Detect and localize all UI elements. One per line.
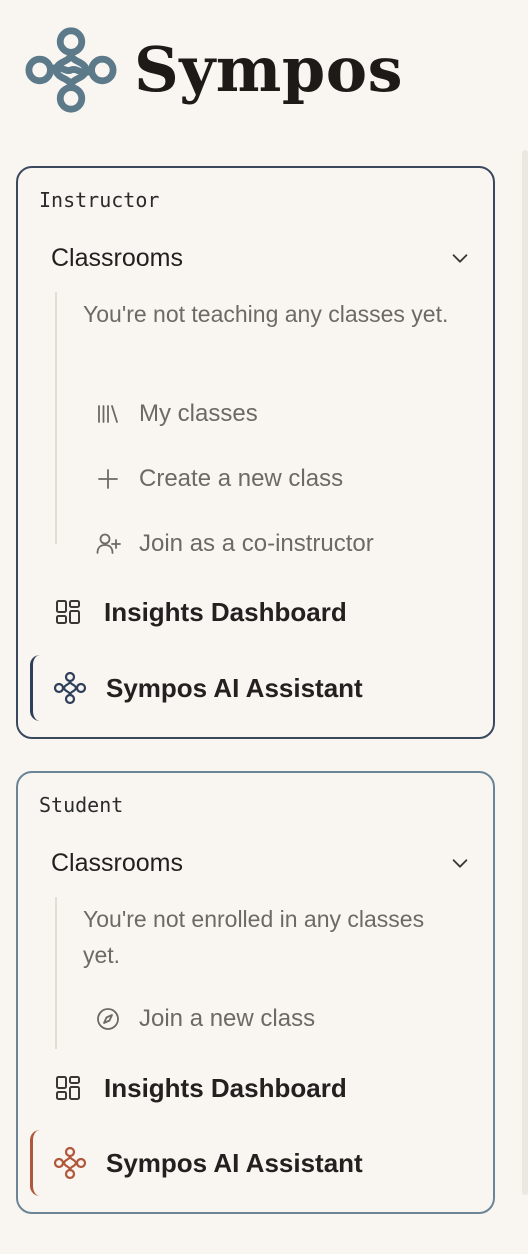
- app-name: Sympos: [134, 33, 404, 106]
- join-class-label: Join a new class: [139, 1005, 316, 1032]
- create-class-link[interactable]: Create a new class: [95, 457, 343, 501]
- join-coinstructor-label: Join as a co-instructor: [139, 530, 374, 557]
- plus-icon: [98, 469, 118, 489]
- compass-icon: [97, 1008, 119, 1030]
- active-indicator: [30, 655, 40, 721]
- user-plus-icon: [96, 533, 121, 554]
- instructor-classrooms-list: You're not teaching any classes yet. My …: [55, 292, 477, 557]
- scrollbar[interactable]: [522, 150, 528, 1195]
- classrooms-title: Classrooms: [51, 243, 183, 272]
- instructor-panel: Instructor Classrooms You're not teachin…: [16, 166, 495, 739]
- join-class-link[interactable]: Join a new class: [95, 997, 315, 1041]
- my-classes-label: My classes: [139, 400, 258, 427]
- create-class-label: Create a new class: [139, 465, 344, 492]
- my-classes-link[interactable]: My classes: [95, 392, 258, 436]
- instructor-role-label: Instructor: [39, 188, 160, 212]
- join-coinstructor-link[interactable]: Join as a co-instructor: [95, 522, 374, 566]
- student-ai-assistant[interactable]: Sympos AI Assistant: [30, 1130, 363, 1196]
- empty-classes-message: You're not enrolled in any classes yet.: [83, 906, 425, 968]
- dashboard-icon: [56, 600, 80, 624]
- classrooms-title: Classrooms: [51, 848, 183, 877]
- app-logo[interactable]: Sympos: [22, 24, 403, 116]
- instructor-insights-dashboard[interactable]: Insights Dashboard: [54, 589, 347, 635]
- insights-dashboard-label: Insights Dashboard: [104, 596, 347, 627]
- instructor-ai-assistant[interactable]: Sympos AI Assistant: [30, 655, 363, 721]
- sympos-logo-icon: [25, 27, 117, 113]
- student-role-label: Student: [39, 793, 124, 817]
- chevron-down-icon: [452, 859, 468, 868]
- sidebar-page: Sympos Instructor Classrooms You're not …: [0, 0, 528, 1254]
- chevron-down-icon: [452, 254, 468, 263]
- student-classrooms-toggle[interactable]: Classrooms: [36, 839, 475, 887]
- student-insights-dashboard[interactable]: Insights Dashboard: [54, 1065, 347, 1111]
- student-panel: Student Classrooms You're not enrolled i…: [16, 771, 495, 1214]
- student-classrooms-list: You're not enrolled in any classes yet. …: [55, 897, 477, 1049]
- empty-classes-message: You're not teaching any classes yet.: [83, 301, 449, 327]
- ai-assistant-label: Sympos AI Assistant: [106, 1147, 363, 1178]
- active-indicator: [30, 1130, 40, 1196]
- sympos-ai-icon: [53, 671, 87, 705]
- dashboard-icon: [56, 1076, 80, 1100]
- instructor-classrooms-toggle[interactable]: Classrooms: [36, 234, 475, 282]
- ai-assistant-label: Sympos AI Assistant: [106, 672, 363, 703]
- library-icon: [98, 405, 118, 423]
- insights-dashboard-label: Insights Dashboard: [104, 1072, 347, 1103]
- sympos-ai-icon: [53, 1146, 87, 1180]
